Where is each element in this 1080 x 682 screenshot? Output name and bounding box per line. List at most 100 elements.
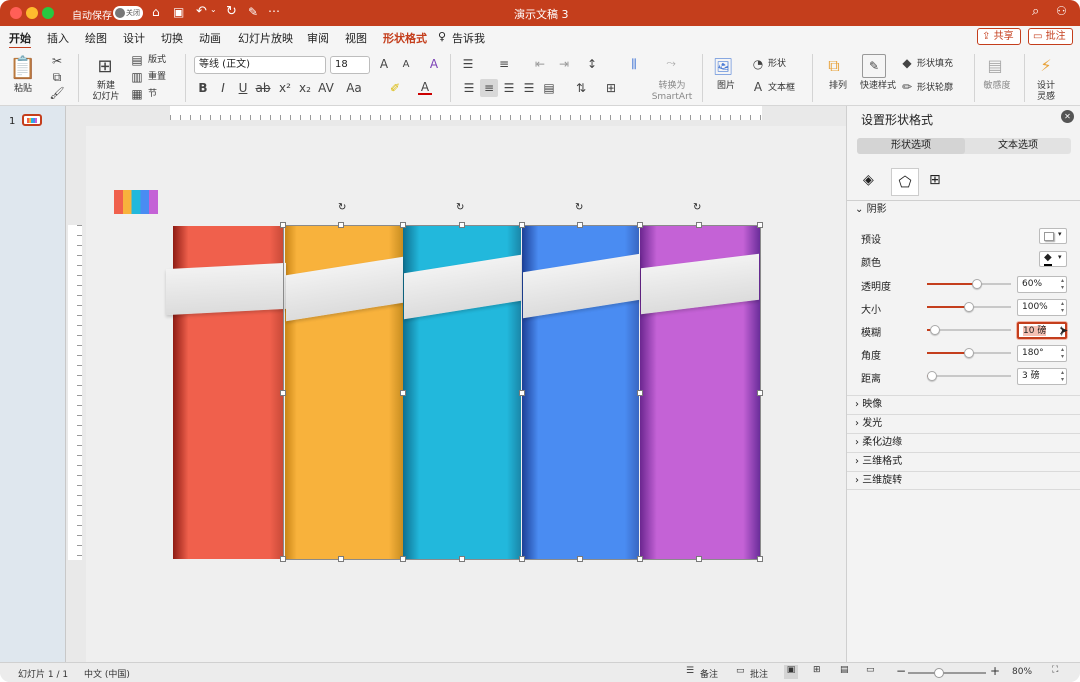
new-slide-icon[interactable]: ⊞ bbox=[92, 54, 118, 78]
resize-handle[interactable] bbox=[696, 556, 702, 562]
italic-icon[interactable]: I bbox=[216, 81, 230, 95]
quick-styles-icon[interactable]: ✎ bbox=[862, 54, 886, 78]
shadow-color-dropdown[interactable]: ◆ ▾ bbox=[1039, 251, 1067, 267]
slider-knob[interactable] bbox=[927, 371, 937, 381]
resize-handle[interactable] bbox=[338, 222, 344, 228]
undo-icon[interactable]: ↶ bbox=[196, 4, 207, 19]
cut-icon[interactable]: ✂ bbox=[50, 54, 64, 68]
strikethrough-icon[interactable]: ab bbox=[256, 81, 271, 95]
zoom-slider[interactable] bbox=[908, 668, 986, 678]
slider-knob[interactable] bbox=[964, 348, 974, 358]
resize-handle[interactable] bbox=[519, 556, 525, 562]
paste-icon[interactable]: 📋 bbox=[9, 54, 36, 82]
tab-animations[interactable]: 动画 bbox=[199, 30, 221, 46]
effects-icon[interactable]: ⬠ bbox=[891, 168, 919, 196]
notes-button[interactable]: 备注 bbox=[700, 667, 718, 680]
font-name-dropdown[interactable]: 等线 (正文) bbox=[194, 56, 326, 74]
search-icon[interactable]: ⌕ bbox=[1032, 4, 1039, 19]
zoom-window-button[interactable] bbox=[42, 7, 54, 19]
resize-handle[interactable] bbox=[519, 222, 525, 228]
autosave-toggle[interactable]: 关闭 bbox=[113, 6, 143, 20]
increase-font-icon[interactable]: A bbox=[376, 56, 392, 72]
resize-handle[interactable] bbox=[577, 556, 583, 562]
line-spacing-icon[interactable]: ↕ bbox=[584, 56, 600, 72]
distance-input[interactable]: 3 磅 bbox=[1017, 368, 1067, 385]
font-size-dropdown[interactable]: 18 bbox=[330, 56, 370, 74]
tab-draw[interactable]: 绘图 bbox=[85, 30, 107, 46]
slider-knob[interactable] bbox=[930, 325, 940, 335]
slide-thumbnail[interactable] bbox=[22, 114, 42, 126]
align-right-icon[interactable]: ☰ bbox=[502, 81, 516, 95]
transparency-slider[interactable] bbox=[927, 279, 1011, 289]
ribbon-band-shape[interactable] bbox=[166, 262, 286, 316]
fill-line-icon[interactable]: ◈ bbox=[863, 172, 874, 188]
save-icon[interactable]: ▣ bbox=[173, 5, 184, 19]
tab-transitions[interactable]: 切换 bbox=[161, 30, 183, 46]
size-slider[interactable] bbox=[927, 302, 1011, 312]
resize-handle[interactable] bbox=[757, 222, 763, 228]
shape-outline-label[interactable]: 形状轮廓 bbox=[917, 83, 953, 94]
tab-design[interactable]: 设计 bbox=[123, 30, 145, 46]
resize-handle[interactable] bbox=[280, 222, 286, 228]
glow-section-header[interactable]: › 发光 bbox=[847, 414, 1080, 433]
shape-fill-label[interactable]: 形状填充 bbox=[917, 59, 953, 70]
resize-handle[interactable] bbox=[637, 390, 643, 396]
minimize-window-button[interactable] bbox=[26, 7, 38, 19]
textbox-icon[interactable]: A bbox=[750, 79, 766, 95]
home-icon[interactable]: ⌂ bbox=[152, 5, 160, 19]
close-window-button[interactable] bbox=[10, 7, 22, 19]
resize-handle[interactable] bbox=[459, 556, 465, 562]
bullets-icon[interactable]: ☰ bbox=[460, 56, 476, 72]
picture-icon[interactable]: 🖼 bbox=[712, 56, 734, 76]
edit-icon[interactable]: ✎ bbox=[248, 5, 258, 19]
slide-canvas[interactable]: ↻ ↻ ↻ ↻ bbox=[86, 126, 846, 662]
comments-status-button[interactable]: 批注 bbox=[750, 667, 768, 680]
slider-knob[interactable] bbox=[972, 279, 982, 289]
3d-rotation-section-header[interactable]: › 三维旋转 bbox=[847, 471, 1080, 490]
zoom-in-icon[interactable]: + bbox=[990, 664, 1000, 678]
account-icon[interactable]: ⚇ bbox=[1056, 4, 1067, 18]
size-properties-icon[interactable]: ⊞ bbox=[929, 172, 941, 188]
resize-handle[interactable] bbox=[400, 556, 406, 562]
3d-format-section-header[interactable]: › 三维格式 bbox=[847, 452, 1080, 471]
resize-handle[interactable] bbox=[519, 390, 525, 396]
rotate-handle-icon[interactable]: ↻ bbox=[456, 202, 464, 213]
slider-knob[interactable] bbox=[964, 302, 974, 312]
char-spacing-icon[interactable]: AV bbox=[318, 81, 334, 95]
tab-shape-format[interactable]: 形状格式 bbox=[383, 30, 427, 46]
shadow-section-header[interactable]: ⌄ 阴影 bbox=[847, 200, 1080, 219]
columns-icon[interactable]: ⫼ bbox=[626, 56, 642, 72]
share-button[interactable]: ⇪ 共享 bbox=[977, 28, 1021, 45]
zoom-slider-knob[interactable] bbox=[934, 668, 944, 678]
designer-icon[interactable]: ⚡ bbox=[1034, 54, 1058, 76]
change-case-icon[interactable]: Aa bbox=[346, 81, 362, 95]
resize-handle[interactable] bbox=[400, 390, 406, 396]
arrange-icon[interactable]: ⧉ bbox=[822, 54, 846, 78]
more-icon[interactable]: ⋯ bbox=[268, 4, 280, 18]
layout-label[interactable]: 版式 bbox=[148, 55, 166, 66]
resize-handle[interactable] bbox=[459, 222, 465, 228]
tab-home[interactable]: 开始 bbox=[9, 30, 31, 49]
numbering-icon[interactable]: ≡ bbox=[496, 56, 512, 72]
fill-icon[interactable]: ◆ bbox=[900, 56, 914, 70]
clear-format-icon[interactable]: A bbox=[426, 56, 442, 72]
size-input[interactable]: 100% bbox=[1017, 299, 1067, 316]
normal-view-icon[interactable]: ▣ bbox=[784, 665, 798, 679]
distribute-icon[interactable]: ▤ bbox=[542, 81, 556, 95]
layout-icon[interactable]: ▤ bbox=[130, 53, 144, 67]
copy-icon[interactable]: ⧉ bbox=[50, 70, 64, 84]
tell-me-search[interactable]: 告诉我 bbox=[452, 30, 485, 46]
resize-handle[interactable] bbox=[280, 390, 286, 396]
resize-handle[interactable] bbox=[696, 222, 702, 228]
section-label[interactable]: 节 bbox=[148, 89, 157, 100]
tab-view[interactable]: 视图 bbox=[345, 30, 367, 46]
decrease-font-icon[interactable]: A bbox=[398, 56, 414, 72]
section-icon[interactable]: ▦ bbox=[130, 87, 144, 101]
shape-label[interactable]: 形状 bbox=[768, 59, 786, 70]
textbox-label[interactable]: 文本框 bbox=[768, 83, 795, 94]
underline-icon[interactable]: U bbox=[236, 81, 250, 95]
rotate-handle-icon[interactable]: ↻ bbox=[693, 202, 701, 213]
chevron-down-icon[interactable]: ⌄ bbox=[210, 5, 217, 14]
redo-icon[interactable]: ↻ bbox=[226, 4, 237, 19]
tab-shape-options[interactable]: 形状选项 bbox=[857, 138, 965, 154]
